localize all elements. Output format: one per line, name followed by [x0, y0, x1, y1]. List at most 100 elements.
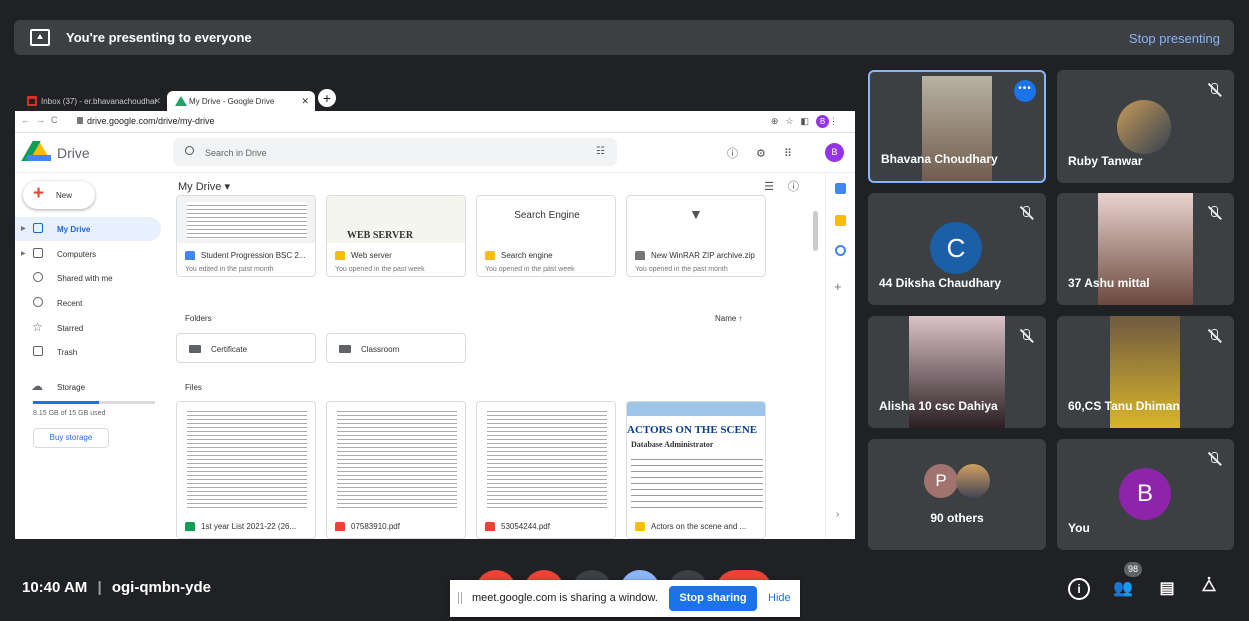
- search-options-icon[interactable]: ☷: [596, 146, 605, 157]
- new-button[interactable]: + New: [23, 181, 95, 209]
- view-toggle-icons[interactable]: ☰ⓘ: [764, 178, 813, 194]
- drive-search-input[interactable]: Search in Drive ☷: [173, 138, 617, 166]
- avatar: [956, 464, 990, 498]
- sidebar-item-storage[interactable]: ☁ Storage: [15, 375, 161, 399]
- close-tab-icon[interactable]: ✕: [153, 96, 161, 107]
- more-options-icon[interactable]: •••: [1014, 80, 1036, 102]
- file-card[interactable]: 53054244.pdf: [476, 401, 616, 539]
- files-label: Files: [185, 383, 202, 392]
- chat-icon[interactable]: ▤: [1156, 578, 1178, 600]
- calendar-icon[interactable]: [835, 183, 846, 194]
- avatar: C: [930, 222, 982, 274]
- people-count-badge: 98: [1124, 562, 1142, 577]
- slides-icon: [335, 251, 345, 260]
- participant-tile[interactable]: C 44 Diksha Chaudhary: [868, 193, 1046, 305]
- mic-off-icon: [1206, 205, 1222, 221]
- thumb-banner: [627, 402, 765, 416]
- star-icon: ☆: [32, 320, 43, 334]
- buy-storage-button[interactable]: Buy storage: [33, 428, 109, 448]
- suggested-card[interactable]: Search Engine Search engine You opened i…: [476, 195, 616, 277]
- stop-sharing-button[interactable]: Stop sharing: [669, 586, 757, 611]
- shared-screen: Inbox (37) - er.bhavanachoudhar ✕ My Dri…: [15, 85, 855, 539]
- expand-arrow-icon[interactable]: ▶: [21, 225, 26, 232]
- sheets-icon: [185, 522, 195, 531]
- browser-toolbar-icons[interactable]: ⊕☆◧ B ⋮: [771, 115, 845, 128]
- sidebar-item-starred[interactable]: ☆ Starred: [15, 316, 161, 340]
- expand-arrow-icon[interactable]: ▶: [21, 250, 26, 257]
- avatar: [1117, 100, 1171, 154]
- participant-tile[interactable]: Alisha 10 csc Dahiya: [868, 316, 1046, 428]
- my-drive-title[interactable]: My Drive ▾: [178, 180, 230, 193]
- suggested-card[interactable]: ▼ New WinRAR ZIP archive.zip You opened …: [626, 195, 766, 277]
- activities-icon[interactable]: ⧊: [1198, 578, 1220, 600]
- storage-bar-fill: [33, 401, 99, 404]
- sharing-message: meet.google.com is sharing a window.: [472, 592, 658, 604]
- sidebar-item-computers[interactable]: ▶ Computers: [15, 242, 161, 266]
- trash-icon: [33, 346, 43, 356]
- clock-icon: [33, 297, 43, 307]
- tasks-icon[interactable]: [835, 245, 846, 256]
- file-card[interactable]: 07583910.pdf: [326, 401, 466, 539]
- drive-icon: [175, 96, 187, 106]
- participant-tile[interactable]: 37 Ashu mittal: [1057, 193, 1234, 305]
- panel-expand-icon[interactable]: ›: [836, 509, 847, 520]
- search-icon: [185, 146, 194, 155]
- meeting-code: ogi-qmbn-yde: [111, 579, 212, 596]
- participant-tile[interactable]: ••• Bhavana Choudhary: [868, 70, 1046, 183]
- file-card[interactable]: 1st year List 2021-22 (26...: [176, 401, 316, 539]
- browser-tab-bar: Inbox (37) - er.bhavanachoudhar ✕ My Dri…: [15, 85, 855, 111]
- gmail-icon: [27, 96, 37, 106]
- thumb-title: Search Engine: [514, 210, 580, 221]
- sidebar-item-my-drive[interactable]: ▶ My Drive: [15, 217, 161, 241]
- file-card[interactable]: ACTORS ON THE SCENE Database Administrat…: [626, 401, 766, 539]
- hide-button[interactable]: Hide: [768, 592, 791, 604]
- drive-profile-avatar[interactable]: B: [825, 143, 844, 162]
- mic-off-icon: [1018, 205, 1034, 221]
- file-thumbnail: [487, 408, 607, 510]
- suggested-card[interactable]: Student Progression BSC 2... You edited …: [176, 195, 316, 277]
- folder-icon: [339, 345, 351, 353]
- browser-tab-gmail[interactable]: Inbox (37) - er.bhavanachoudhar ✕: [19, 91, 167, 111]
- browser-nav-icons[interactable]: ←→C: [21, 115, 64, 125]
- close-tab-icon[interactable]: ✕: [301, 96, 309, 107]
- url-text[interactable]: drive.google.com/drive/my-drive: [87, 116, 215, 126]
- participant-tile[interactable]: Ruby Tanwar: [1057, 70, 1234, 183]
- slides-icon: [485, 251, 495, 260]
- thumb-title: WEB SERVER: [347, 230, 414, 241]
- participant-video: [922, 76, 992, 181]
- new-tab-button[interactable]: +: [318, 89, 336, 107]
- folder-item[interactable]: Certificate: [176, 333, 316, 363]
- add-addon-icon[interactable]: +: [834, 279, 845, 294]
- keep-icon[interactable]: [835, 215, 846, 226]
- stop-presenting-button[interactable]: Stop presenting: [1129, 31, 1220, 46]
- mic-off-icon: [1206, 82, 1222, 98]
- suggested-card[interactable]: WEB SERVER Web server You opened in the …: [326, 195, 466, 277]
- bottom-bar: 10:40 AM | ogi-qmbn-yde meet.google.com …: [0, 556, 1249, 621]
- browser-tab-drive[interactable]: My Drive - Google Drive ✕: [167, 91, 315, 111]
- drive-logo-icon: [27, 141, 51, 161]
- drag-handle-icon[interactable]: [458, 592, 462, 604]
- sidebar-item-trash[interactable]: Trash: [15, 340, 161, 364]
- people-icon[interactable]: 👥: [1112, 578, 1134, 600]
- zip-icon: ▼: [689, 206, 703, 222]
- slides-icon: [635, 522, 645, 531]
- participant-tile[interactable]: 60,CS Tanu Dhiman: [1057, 316, 1234, 428]
- participant-tile-others[interactable]: P 90 others: [868, 439, 1046, 550]
- present-screen-icon: [30, 29, 50, 46]
- header-icons[interactable]: ⓘ⚙⠿: [727, 145, 810, 161]
- docs-icon: [185, 251, 195, 260]
- participant-tile-self[interactable]: B You: [1057, 439, 1234, 550]
- folder-item[interactable]: Classroom: [326, 333, 466, 363]
- people-icon: [33, 272, 43, 282]
- plus-icon: +: [33, 183, 45, 204]
- sort-name-button[interactable]: Name ↑: [715, 314, 743, 323]
- sidebar-item-shared[interactable]: Shared with me: [15, 266, 161, 290]
- sidebar-item-recent[interactable]: Recent: [15, 291, 161, 315]
- avatar: B: [1119, 468, 1171, 520]
- storage-text: 8.15 GB of 15 GB used: [33, 410, 106, 417]
- browser-profile-avatar[interactable]: B: [816, 115, 829, 128]
- scrollbar[interactable]: [813, 211, 818, 251]
- my-drive-icon: [33, 223, 43, 233]
- folders-label: Folders: [185, 314, 212, 323]
- info-icon[interactable]: i: [1068, 578, 1090, 600]
